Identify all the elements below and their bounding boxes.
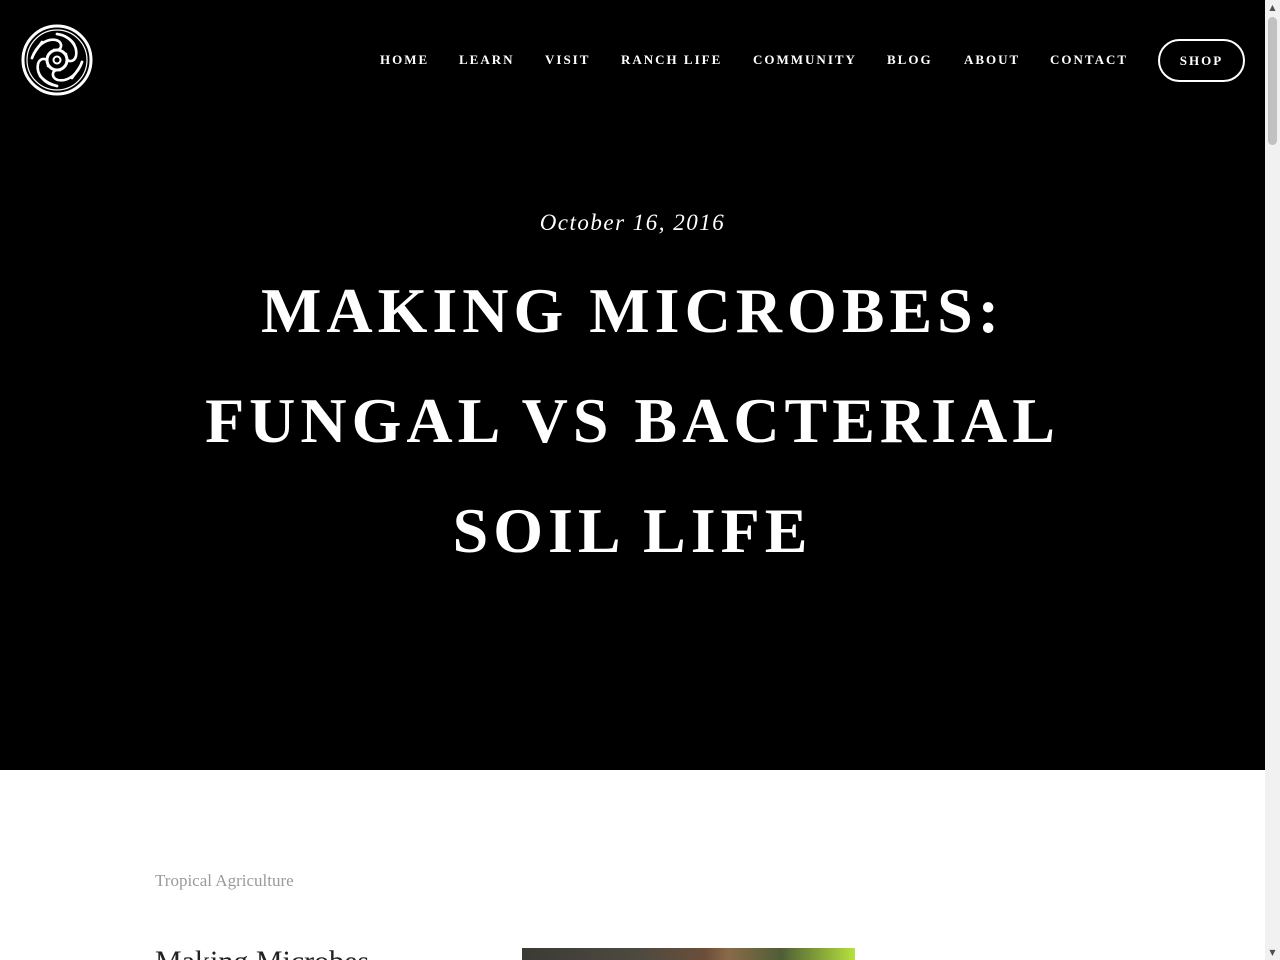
nav-home[interactable]: HOME — [380, 53, 429, 67]
scroll-up-arrow-icon[interactable]: ▲ — [1265, 0, 1280, 15]
post-title-line: FUNGAL VS BACTERIAL — [205, 385, 1060, 456]
celtic-knot-emblem-icon — [21, 24, 93, 96]
post-title-line: SOIL LIFE — [452, 495, 813, 566]
post-title-line: MAKING MICROBES: — [260, 275, 1005, 346]
article-photo — [522, 948, 855, 960]
hero-banner: HOME LEARN VISIT RANCH LIFE COMMUNITY BL… — [0, 0, 1265, 770]
scroll-down-arrow-icon[interactable]: ▼ — [1265, 945, 1280, 960]
page-scrollbar[interactable]: ▲ ▼ — [1265, 0, 1280, 960]
nav-visit[interactable]: VISIT — [545, 53, 590, 67]
nav-ranch-life[interactable]: RANCH LIFE — [621, 53, 722, 67]
post-date: October 16, 2016 — [539, 210, 726, 235]
post-title: MAKING MICROBES: FUNGAL VS BACTERIAL SOI… — [150, 256, 1115, 586]
page: HOME LEARN VISIT RANCH LIFE COMMUNITY BL… — [0, 0, 1280, 960]
nav-about[interactable]: ABOUT — [964, 53, 1020, 67]
article-heading: Making Microbes — [155, 944, 369, 960]
nav-blog[interactable]: BLOG — [887, 53, 933, 67]
nav-community[interactable]: COMMUNITY — [753, 53, 857, 67]
scroll-thumb[interactable] — [1268, 17, 1277, 145]
nav-learn[interactable]: LEARN — [459, 53, 515, 67]
nav-contact[interactable]: CONTACT — [1050, 53, 1128, 67]
post-category-link[interactable]: Tropical Agriculture — [155, 871, 294, 891]
site-logo[interactable] — [20, 22, 94, 98]
shop-button[interactable]: SHOP — [1158, 39, 1245, 82]
